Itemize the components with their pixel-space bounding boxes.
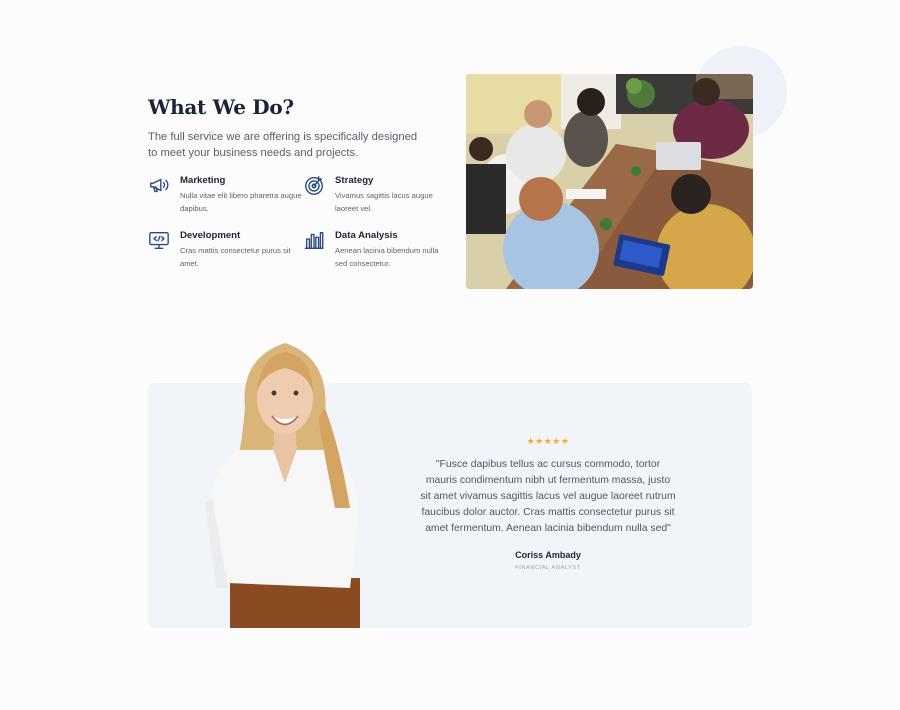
bar-chart-icon	[303, 229, 325, 251]
testimonial-author: Coriss Ambady	[515, 550, 581, 560]
feature-data-analysis: Data Analysis Aenean lacinia bibendum nu…	[303, 229, 448, 270]
feature-title: Data Analysis	[335, 230, 398, 241]
feature-desc: Aenean lacinia bibendum nulla sed consec…	[335, 246, 439, 268]
section-intro: The full service we are offering is spec…	[148, 131, 418, 159]
feature-title: Strategy	[335, 175, 374, 186]
testimonial-person-photo	[200, 338, 370, 628]
feature-title: Marketing	[180, 175, 226, 186]
feature-development: Development Cras mattis consectetur puru…	[148, 229, 303, 270]
testimonial-quote: "Fusce dapibus tellus ac cursus commodo,…	[420, 459, 676, 534]
feature-strategy: Strategy Vivamus sagittis lacus augue la…	[303, 174, 448, 215]
testimonial-role: FINANCIAL ANALYST	[515, 565, 581, 571]
section-title: What We Do?	[148, 95, 294, 119]
megaphone-icon	[148, 174, 170, 196]
testimonial-content: ★★★★★ "Fusce dapibus tellus ac cursus co…	[420, 436, 676, 571]
feature-title: Development	[180, 230, 241, 241]
feature-desc: Nulla vitae elit libero pharetra augue d…	[180, 191, 302, 213]
feature-desc: Vivamus sagittis lacus augue laoreet vel…	[335, 191, 433, 213]
feature-desc: Cras mattis consectetur purus sit amet.	[180, 246, 291, 268]
team-meeting-photo	[466, 74, 753, 289]
rating-stars: ★★★★★	[526, 436, 570, 446]
what-we-do-section: What We Do? The full service we are offe…	[148, 95, 448, 161]
features-grid: Marketing Nulla vitae elit libero pharet…	[148, 174, 448, 270]
monitor-code-icon	[148, 229, 170, 251]
target-icon	[303, 174, 325, 196]
feature-marketing: Marketing Nulla vitae elit libero pharet…	[148, 174, 303, 215]
